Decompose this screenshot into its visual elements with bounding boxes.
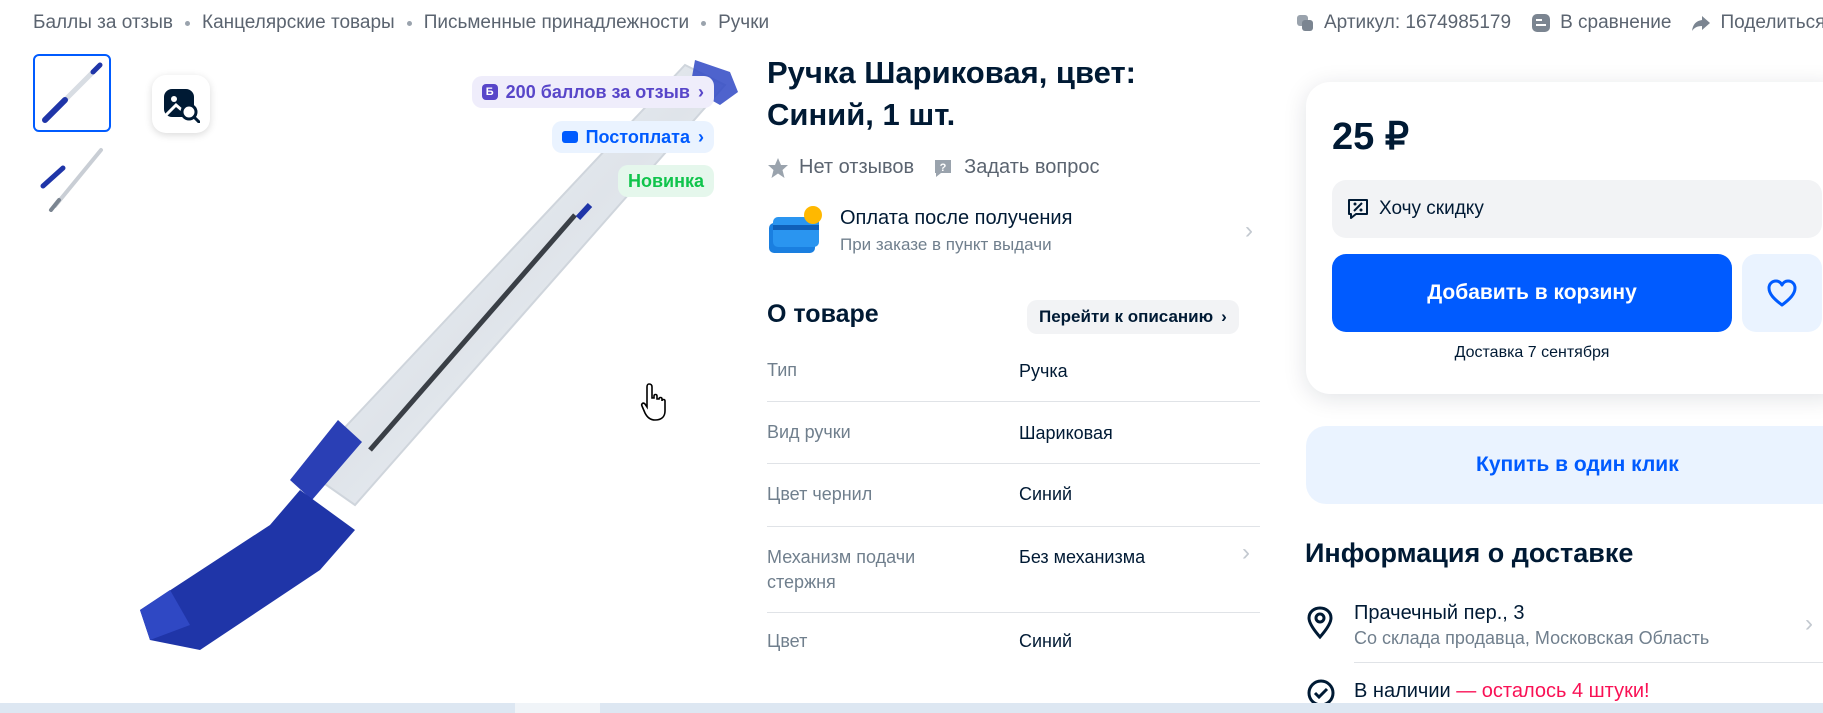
bottom-strip-segment (515, 703, 600, 713)
thumbnail-1[interactable] (33, 54, 111, 132)
delivery-address: Прачечный пер., 3 (1354, 602, 1525, 624)
chevron-right-icon: › (1221, 307, 1227, 326)
hand-cursor-icon (640, 383, 666, 421)
spec-row: Вид ручки Шариковая (767, 402, 1260, 464)
points-icon: Б (481, 84, 498, 100)
share-label: Поделиться (1720, 12, 1823, 33)
spec-key: Тип (767, 360, 798, 380)
spec-key: Цвет чернил (767, 484, 873, 504)
chevron-right-icon: › (1805, 610, 1813, 637)
spec-row: Цвет чернил Синий (767, 464, 1260, 527)
pen-thumbnail-icon (40, 148, 103, 212)
compare-icon (1531, 13, 1551, 33)
payment-after-receipt[interactable]: Оплата после получения При заказе в пунк… (767, 205, 1257, 265)
points-for-review-badge[interactable]: Б 200 баллов за отзыв › (471, 76, 714, 108)
breadcrumb-item-pens[interactable]: Ручки (718, 12, 769, 34)
spec-value: Синий (1019, 484, 1073, 504)
article-copy[interactable]: Артикул: 1674985179 (1295, 12, 1511, 34)
bottom-scroll-strip (0, 703, 1823, 713)
delivery-info-title: Информация о доставке (1305, 538, 1634, 568)
question-icon: ? (935, 159, 952, 177)
credit-card-icon (769, 206, 822, 253)
price: 25 ₽ (1332, 116, 1410, 158)
thumbnail-2[interactable] (33, 138, 111, 216)
spec-key: Вид ручки (767, 422, 851, 442)
stock-left: — осталось 4 штуки! (1450, 680, 1650, 702)
chevron-right-icon: › (1242, 539, 1250, 566)
breadcrumb: Баллы за отзыв Канцелярские товары Письм… (33, 12, 769, 34)
share-button[interactable]: Поделиться (1691, 12, 1823, 34)
share-icon (1691, 13, 1711, 33)
want-discount-label: Хочу скидку (1379, 198, 1484, 219)
breadcrumb-separator (185, 20, 191, 26)
ask-question-link[interactable]: ? Задать вопрос (932, 156, 1099, 179)
copy-icon (1295, 13, 1315, 33)
star-icon (768, 157, 788, 178)
top-actions: Артикул: 1674985179 В сравнение Поделить… (1295, 12, 1823, 34)
product-title: Ручка Шариковая, цвет: Синий, 1 шт. (767, 55, 1136, 132)
chevron-right-icon: › (698, 81, 704, 102)
no-reviews-label: Нет отзывов (799, 156, 915, 178)
spec-value: Ручка (1019, 361, 1068, 381)
add-to-cart-button[interactable]: Добавить в корзину (1332, 254, 1732, 332)
pen-thumbnail-icon (42, 62, 103, 123)
points-badge-label: 200 баллов за отзыв (505, 81, 690, 102)
buy-one-click-button[interactable]: Купить в один клик (1306, 426, 1823, 504)
ask-question-label: Задать вопрос (964, 156, 1100, 178)
card-icon (561, 131, 578, 143)
chevron-right-icon: › (698, 126, 704, 147)
new-badge: Новинка (617, 165, 714, 197)
article-number: Артикул: 1674985179 (1324, 12, 1512, 33)
location-pin-icon (1307, 606, 1333, 640)
delivery-address-sub: Со склада продавца, Московская Область (1354, 628, 1710, 648)
review-row: Нет отзывов ? Задать вопрос (767, 156, 1117, 179)
discount-icon (1348, 199, 1368, 219)
divider (1354, 662, 1823, 663)
spec-key: Цвет (767, 631, 808, 651)
stock-status: В наличии — осталось 4 штуки! (1354, 680, 1650, 703)
no-reviews-link[interactable]: Нет отзывов (767, 156, 914, 179)
spec-value: Синий (1019, 631, 1073, 651)
breadcrumb-item-writing[interactable]: Письменные принадлежности (424, 12, 689, 34)
about-title: О товаре (767, 300, 879, 328)
chevron-right-icon: › (1245, 217, 1253, 244)
spec-row: Тип Ручка (767, 350, 1260, 402)
breadcrumb-item-points[interactable]: Баллы за отзыв (33, 12, 173, 34)
breadcrumb-item-stationery[interactable]: Канцелярские товары (202, 12, 395, 34)
spec-key: Механизм подачи стержня (767, 547, 916, 592)
favorite-button[interactable] (1742, 254, 1822, 332)
compare-button[interactable]: В сравнение (1531, 12, 1671, 34)
add-to-cart-label: Добавить в корзину (1427, 281, 1637, 304)
goto-description-label: Перейти к описанию (1039, 307, 1214, 326)
spec-row: Цвет Синий (767, 613, 1260, 673)
buy-one-click-label: Купить в один клик (1476, 453, 1679, 476)
compare-label: В сравнение (1560, 12, 1672, 33)
want-discount-button[interactable]: Хочу скидку (1332, 180, 1822, 238)
postpay-badge[interactable]: Постоплата › (551, 121, 714, 153)
heart-icon (1767, 279, 1797, 307)
breadcrumb-separator (701, 20, 707, 26)
buy-card: 25 ₽ Хочу скидку Добавить в корзину Дост… (1306, 82, 1823, 394)
breadcrumb-separator (406, 20, 412, 26)
spec-value: Без механизма (1019, 547, 1146, 567)
goto-description-button[interactable]: Перейти к описанию › (1027, 300, 1239, 334)
delivery-date: Доставка 7 сентября (1454, 344, 1610, 361)
payment-subtitle: При заказе в пункт выдачи (840, 235, 1052, 254)
payment-title: Оплата после получения (840, 207, 1073, 229)
stock-main: В наличии (1354, 680, 1451, 702)
postpay-badge-label: Постоплата (585, 126, 690, 147)
new-badge-label: Новинка (627, 170, 704, 191)
spec-row[interactable]: Механизм подачи стержня Без механизма › (767, 527, 1260, 613)
spec-value: Шариковая (1019, 423, 1113, 443)
svg-text:?: ? (940, 162, 947, 174)
